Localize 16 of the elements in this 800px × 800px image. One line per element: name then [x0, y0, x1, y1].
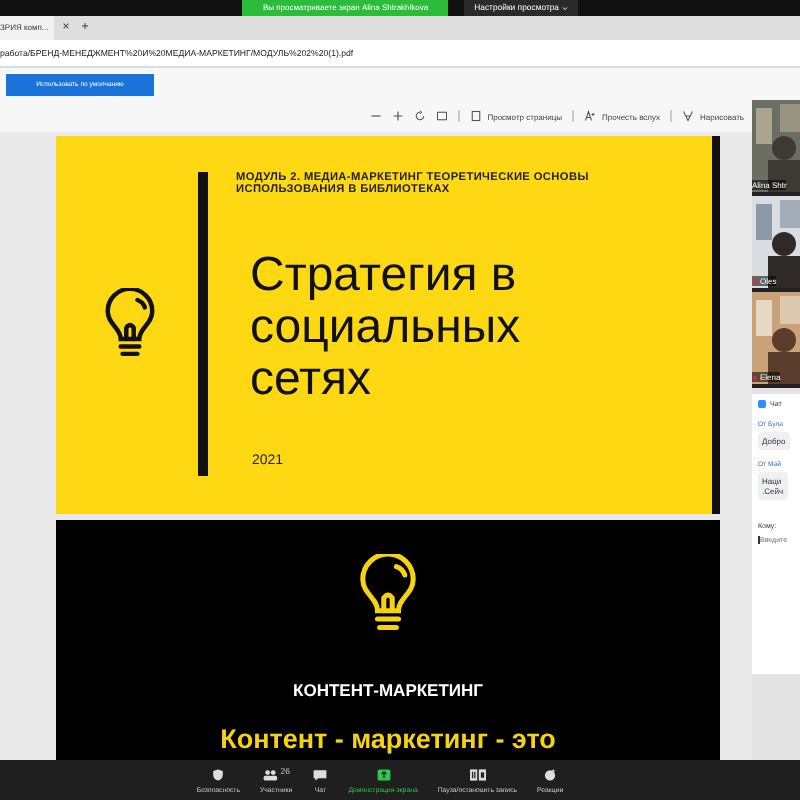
fit-page-icon[interactable] — [435, 110, 448, 122]
toolbar-icon — [375, 767, 392, 781]
slide-text: Контент - маркетинг - это — [220, 724, 556, 754]
section-heading: КОНТЕНТ-МАРКЕТИНГ — [293, 680, 483, 700]
read-aloud-icon — [584, 110, 597, 122]
toolbar-icon — [542, 767, 559, 781]
zoom-out-icon[interactable] — [369, 110, 382, 122]
chevron-icon — [561, 5, 568, 11]
page-view-icon — [469, 110, 482, 122]
toolbar-icon — [312, 767, 329, 781]
slide-title: Стратегия в социальных сетях — [250, 249, 523, 406]
rotate-icon[interactable] — [413, 110, 426, 122]
toolbar-icon — [469, 767, 486, 781]
toolbar-icon — [210, 767, 227, 781]
toolbar-icon — [262, 767, 279, 781]
zoom-in-icon[interactable] — [391, 110, 404, 122]
